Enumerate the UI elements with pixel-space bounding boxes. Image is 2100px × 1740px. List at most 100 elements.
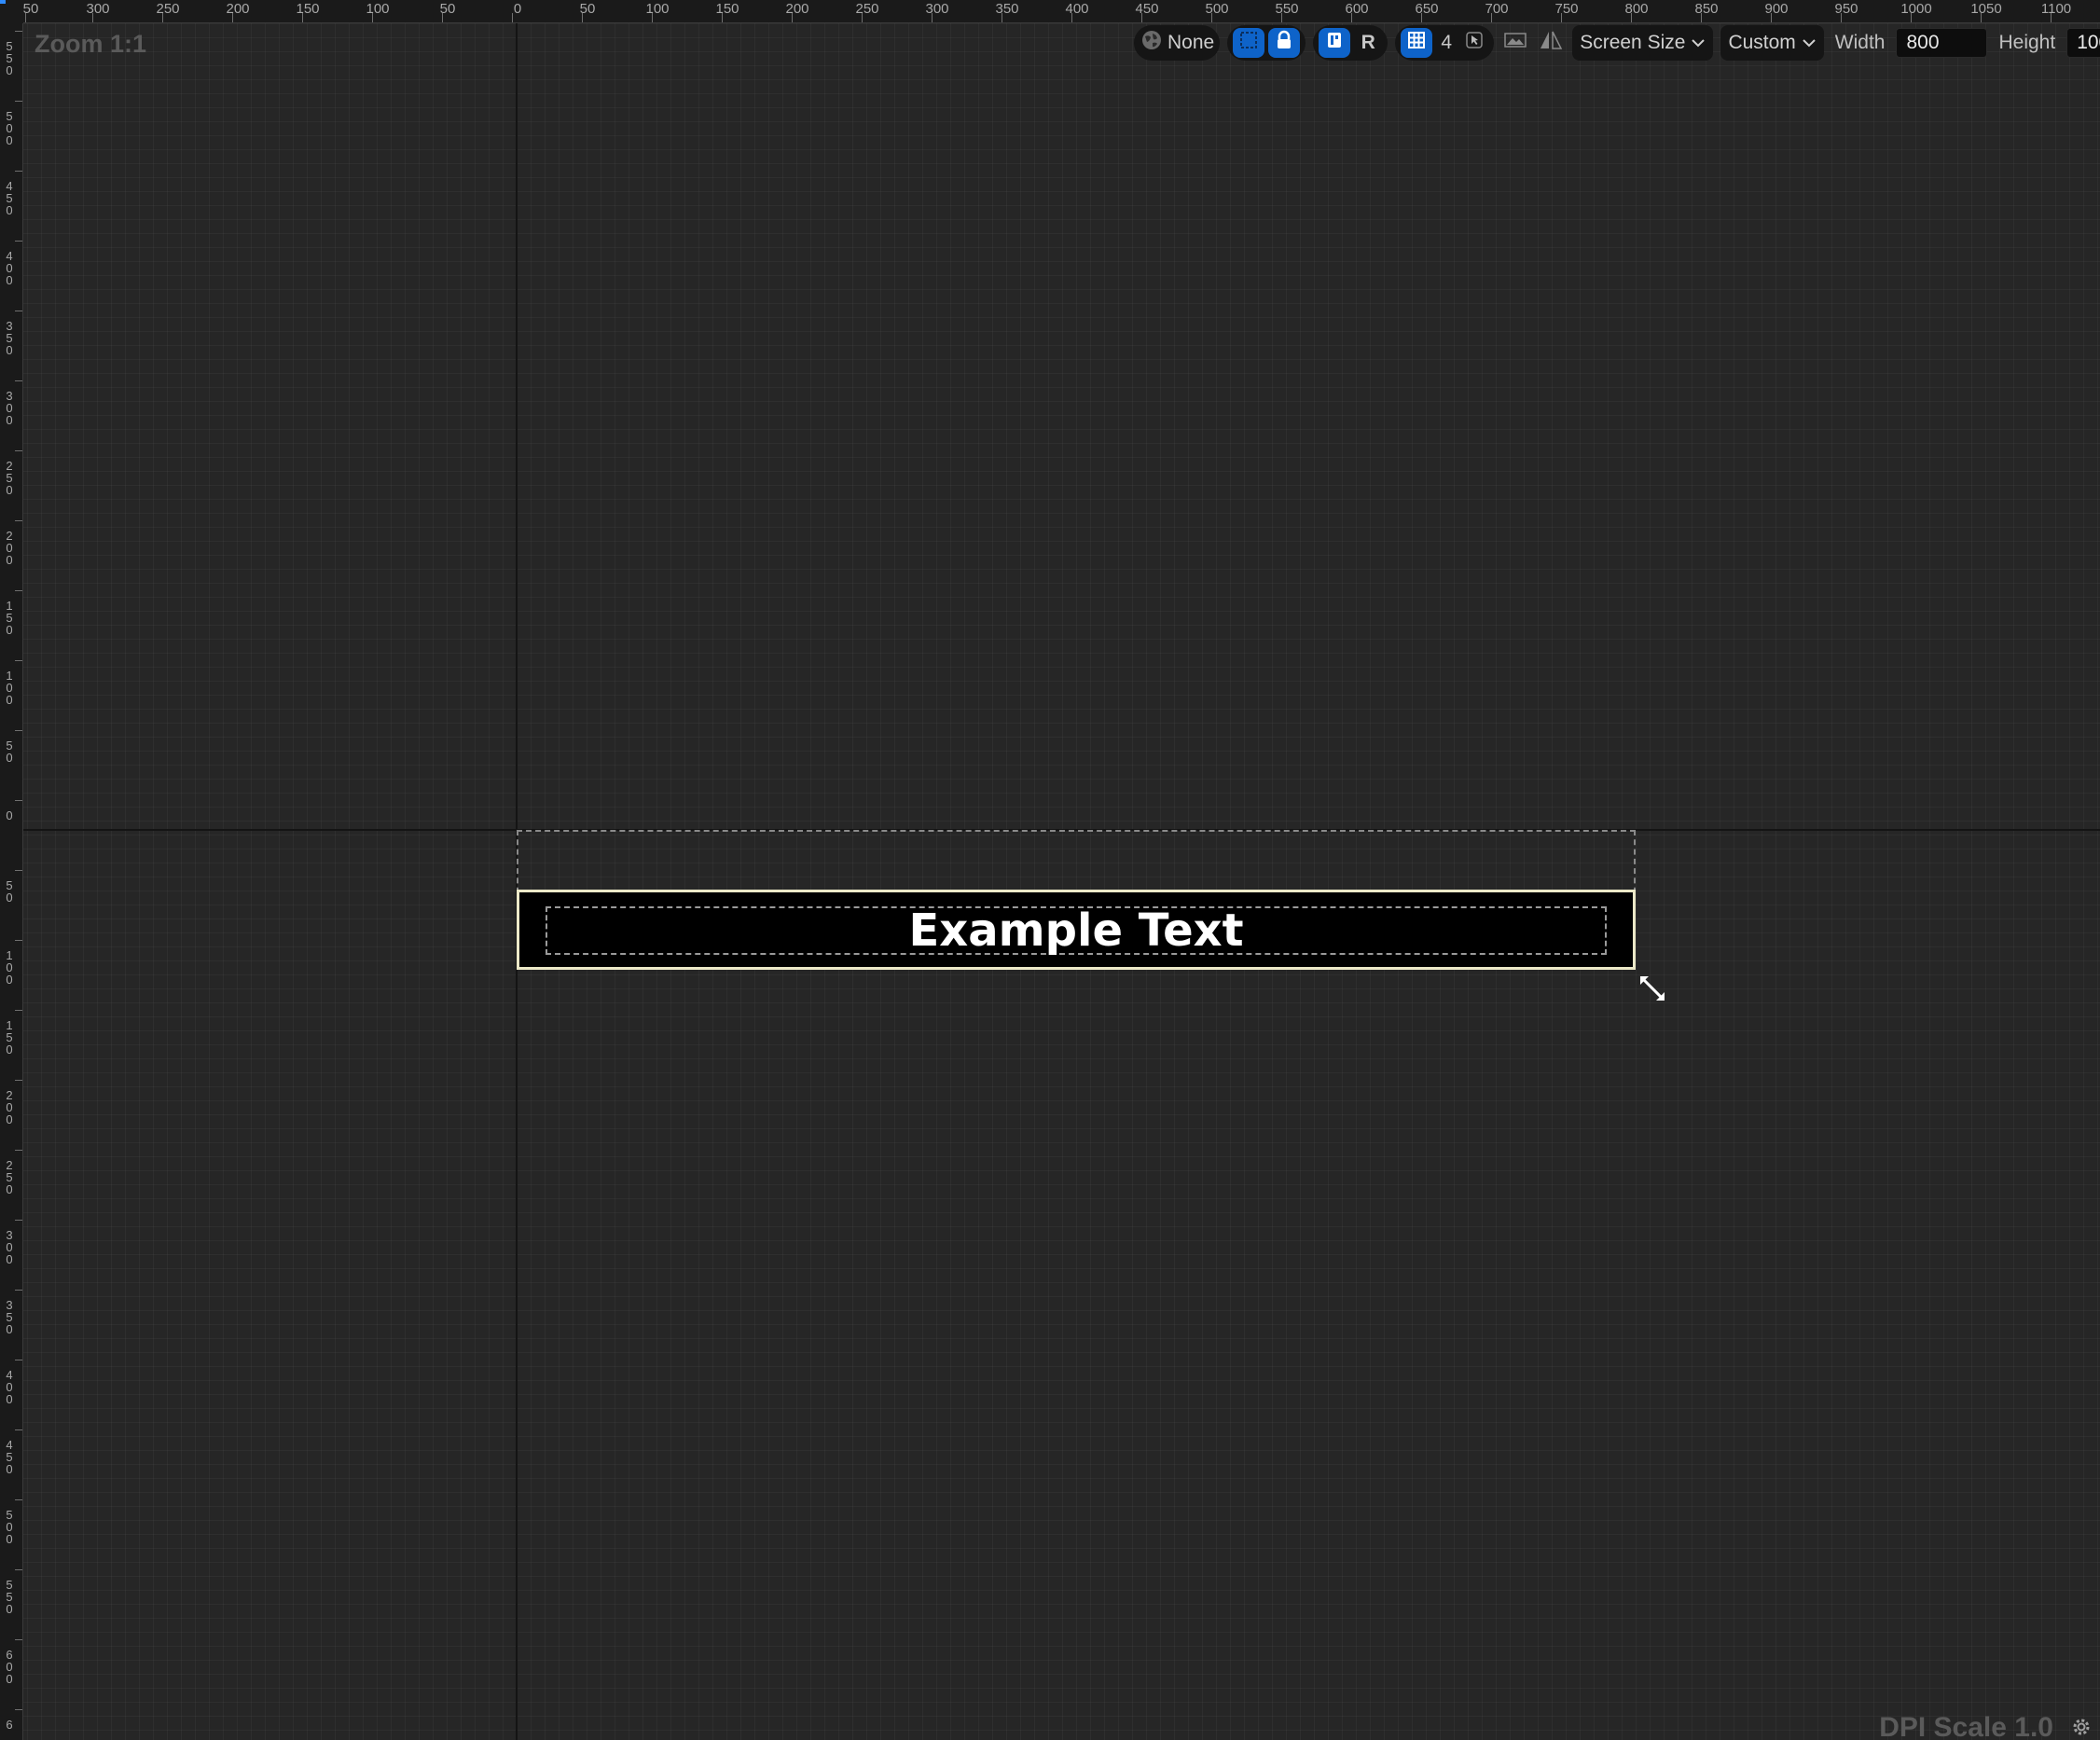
ruler-tick-label: 550 <box>6 1578 13 1616</box>
ruler-tick-label: 250 <box>6 1158 13 1196</box>
ruler-tick-label: 0 <box>513 1 522 17</box>
respect-locks-button[interactable]: R <box>1354 28 1382 58</box>
ruler-tick-label: 50 <box>579 1 596 17</box>
ruler-tick <box>15 940 22 941</box>
lock-toggle[interactable] <box>1268 28 1301 58</box>
ruler-tick-label: 150 <box>6 1018 13 1056</box>
resize-handle[interactable] <box>1637 974 1667 1003</box>
ruler-tick-label: 50 <box>439 1 456 17</box>
grid-snap-value[interactable]: 4 <box>1436 28 1457 58</box>
ruler-tick-label: 200 <box>6 529 13 567</box>
ruler-tick <box>15 1220 22 1221</box>
outline-toggle[interactable] <box>1319 28 1351 58</box>
ruler-tick-label: 250 <box>855 1 879 17</box>
ruler-tick-label: 100 <box>645 1 670 17</box>
ruler-tick <box>15 590 22 591</box>
ruler-tick-label: 350 <box>995 1 1019 17</box>
ruler-tick-label: 100 <box>6 669 13 707</box>
grid-tools: 4 <box>1395 25 1495 61</box>
ruler-tick-label: 750 <box>1554 1 1579 17</box>
ruler-tick-label: 300 <box>6 1228 13 1266</box>
screen-size-label: Screen Size <box>1580 32 1686 53</box>
ruler-tick-label: 800 <box>1624 1 1649 17</box>
localization-preview[interactable]: None <box>1134 25 1221 61</box>
respect-locks-tools: R <box>1313 25 1388 61</box>
ruler-tick-label: 1050 <box>1970 1 2002 17</box>
cursor-box-icon <box>1464 30 1485 56</box>
lock-icon <box>1275 30 1293 56</box>
chevron-down-icon <box>1802 32 1817 54</box>
transform-tools <box>1227 25 1306 61</box>
layout-icon <box>1324 30 1345 56</box>
globe-icon <box>1140 28 1164 58</box>
ruler-tick-label: 950 <box>1834 1 1858 17</box>
ruler-tick-label: 200 <box>6 1088 13 1126</box>
pointer-toggle[interactable] <box>1460 28 1488 58</box>
dpi-scale-label: DPI Scale 1.0 <box>1879 1712 2053 1740</box>
ruler-corner <box>0 0 23 23</box>
ruler-tick-label: 250 <box>156 1 180 17</box>
resize-diagonal-icon <box>1637 975 1667 1007</box>
ruler-tick-label: 400 <box>1065 1 1089 17</box>
ruler-tick-label: 1100 <box>2040 1 2072 17</box>
ruler-tick-label: 600 <box>1345 1 1369 17</box>
ruler-tick-label: 400 <box>6 249 13 287</box>
ruler-tick-label: 0 <box>6 808 13 822</box>
ruler-tick <box>15 171 22 172</box>
ruler-tick-label: 350 <box>6 1298 13 1336</box>
ruler-tick-label: 200 <box>226 1 250 17</box>
flip-toggle[interactable] <box>1537 28 1565 58</box>
ruler-tick <box>15 241 22 242</box>
ruler-tick <box>15 520 22 521</box>
ruler-tick-label: 600 <box>6 1648 13 1686</box>
ruler-tick-label: 900 <box>1764 1 1789 17</box>
ruler-tick-label: 250 <box>6 459 13 497</box>
select-box-toggle[interactable] <box>1233 28 1265 58</box>
ruler-tick-label: 350 <box>6 319 13 357</box>
ruler-tick-label: 500 <box>6 109 13 147</box>
ruler-tick <box>15 870 22 871</box>
ruler-tick-label: 100 <box>6 948 13 987</box>
ruler-tick <box>15 1080 22 1081</box>
ruler-tick-label: 150 <box>6 599 13 637</box>
ruler-tick-label: 150 <box>296 1 320 17</box>
gear-icon[interactable] <box>2070 1716 2093 1738</box>
ruler-tick <box>15 730 22 731</box>
ruler-tick-label: 450 <box>6 179 13 217</box>
background-preview-toggle[interactable] <box>1501 28 1529 58</box>
ruler-tick-label: 500 <box>6 1508 13 1546</box>
ruler-tick-label: 50 <box>6 739 13 765</box>
ruler-tick <box>15 660 22 661</box>
fill-mode-dropdown[interactable]: Custom <box>1720 25 1824 61</box>
vertical-ruler[interactable]: 550 500 450 400 350 300 250 200 150 100 50 0 50 100 15… <box>0 23 23 1740</box>
ruler-tick <box>15 31 22 32</box>
grid-icon <box>1406 30 1427 56</box>
horizontal-ruler[interactable]: 50 300 250 200 150 100 50 0 50 100 150 200 250 300 350… <box>0 0 2100 23</box>
ruler-tick-label: 150 <box>715 1 739 17</box>
mirror-icon <box>1539 29 1563 57</box>
height-field[interactable]: 100 <box>2066 28 2100 58</box>
designer-toolbar: None R 4 Screen Size Custom Width 800 He… <box>1134 24 2100 62</box>
ruler-tick-label: 300 <box>925 1 949 17</box>
ruler-tick-label: 850 <box>1694 1 1719 17</box>
screen-size-dropdown[interactable]: Screen Size <box>1572 25 1714 61</box>
ruler-tick <box>15 1499 22 1500</box>
ruler-tick-label: 50 <box>22 1 39 17</box>
ruler-tick-label: 550 <box>1275 1 1299 17</box>
chevron-down-icon <box>1691 32 1706 54</box>
ruler-tick-label: 1000 <box>1900 1 1932 17</box>
ruler-tick-label: 650 <box>1415 1 1439 17</box>
width-field[interactable]: 800 <box>1896 28 1988 58</box>
ruler-tick <box>15 1429 22 1430</box>
ruler-tick-label: 200 <box>785 1 809 17</box>
ruler-tick <box>15 1010 22 1011</box>
ruler-tick-label: 6 <box>6 1718 13 1732</box>
example-text-widget[interactable]: Example Text <box>517 893 1636 968</box>
grid-snap-toggle[interactable] <box>1401 28 1433 58</box>
ruler-tick <box>15 450 22 451</box>
ruler-tick-label: 700 <box>1485 1 1509 17</box>
ruler-tick <box>15 1150 22 1151</box>
ruler-tick <box>15 1639 22 1640</box>
fill-mode-label: Custom <box>1728 32 1796 53</box>
ruler-tick-label: 450 <box>1135 1 1159 17</box>
